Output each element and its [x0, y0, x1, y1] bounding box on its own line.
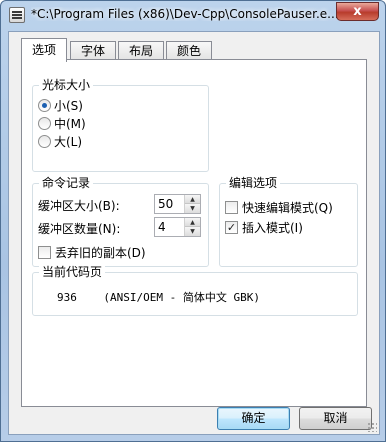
cursor-medium-label: 中(M): [54, 116, 86, 131]
ok-button[interactable]: 确定: [217, 407, 290, 430]
buffer-size-spin-buttons: ▲ ▼: [184, 195, 200, 213]
tab-options[interactable]: 选项: [21, 38, 68, 62]
discard-duplicates-label: 丢弃旧的副本(D): [55, 245, 146, 260]
options-panel: 光标大小 小(S) 中(M) 大(L) 命令记录 缓冲区大小(B): 50 ▲ …: [21, 59, 367, 407]
cursor-small-option[interactable]: 小(S): [38, 96, 83, 114]
buffer-count-stepper[interactable]: 4 ▲ ▼: [154, 217, 201, 237]
insert-mode-label: 插入模式(I): [242, 220, 303, 235]
app-console-icon: [9, 7, 25, 23]
buffer-size-row: 缓冲区大小(B):: [38, 196, 120, 214]
checkmark-icon[interactable]: ✓: [225, 220, 238, 234]
buffer-count-row: 缓冲区数量(N):: [38, 219, 120, 237]
resize-grip-icon[interactable]: [367, 422, 377, 432]
quick-edit-label: 快速编辑模式(Q): [242, 200, 333, 215]
spin-up-icon[interactable]: ▲: [185, 218, 200, 227]
buffer-count-value[interactable]: 4: [158, 220, 166, 234]
properties-window: *C:\Program Files (x86)\Dev-Cpp\ConsoleP…: [0, 0, 386, 442]
dialog-body: 选项 字体 布局 颜色 光标大小 小(S) 中(M) 大(L) 命令记录 缓冲区…: [8, 31, 380, 435]
checkbox-icon[interactable]: [38, 245, 51, 259]
insert-mode-option[interactable]: ✓ 插入模式(I): [225, 218, 303, 236]
code-page-title: 当前代码页: [39, 264, 106, 280]
cursor-large-option[interactable]: 大(L): [38, 132, 82, 150]
tab-colors[interactable]: 颜色: [166, 41, 213, 60]
buffer-size-stepper[interactable]: 50 ▲ ▼: [154, 194, 201, 214]
radio-icon[interactable]: [38, 134, 51, 148]
window-title: *C:\Program Files (x86)\Dev-Cpp\ConsoleP…: [31, 7, 339, 21]
spin-down-icon[interactable]: ▼: [185, 227, 200, 236]
cancel-button[interactable]: 取消: [299, 407, 372, 430]
tab-layout[interactable]: 布局: [118, 41, 165, 60]
cursor-medium-option[interactable]: 中(M): [38, 114, 86, 132]
edit-options-group: 编辑选项 快速编辑模式(Q) ✓ 插入模式(I): [219, 175, 358, 267]
buffer-count-label: 缓冲区数量(N):: [38, 221, 121, 236]
command-history-title: 命令记录: [39, 175, 94, 191]
radio-icon[interactable]: [38, 116, 51, 130]
discard-duplicates-option[interactable]: 丢弃旧的副本(D): [38, 243, 146, 261]
cursor-large-label: 大(L): [54, 134, 83, 149]
spin-up-icon[interactable]: ▲: [185, 195, 200, 204]
radio-selected-icon[interactable]: [38, 98, 51, 112]
spin-down-icon[interactable]: ▼: [185, 204, 200, 213]
command-history-group: 命令记录 缓冲区大小(B): 50 ▲ ▼ 缓冲区数量(N): 4 ▲ ▼ 丢弃…: [32, 175, 209, 267]
buffer-size-label: 缓冲区大小(B):: [38, 198, 120, 213]
quick-edit-option[interactable]: 快速编辑模式(Q): [225, 198, 333, 216]
checkbox-icon[interactable]: [225, 200, 238, 214]
close-icon: x: [353, 4, 362, 19]
close-button[interactable]: x: [336, 2, 379, 21]
title-bar[interactable]: *C:\Program Files (x86)\Dev-Cpp\ConsoleP…: [1, 1, 385, 29]
cursor-small-label: 小(S): [54, 98, 83, 113]
cursor-size-title: 光标大小: [39, 77, 94, 93]
code-page-group: 当前代码页 936 (ANSI/OEM - 简体中文 GBK): [32, 264, 358, 316]
code-page-value: 936 (ANSI/OEM - 简体中文 GBK): [57, 291, 260, 304]
cursor-size-group: 光标大小 小(S) 中(M) 大(L): [32, 77, 209, 172]
edit-options-title: 编辑选项: [226, 175, 281, 191]
tab-font[interactable]: 字体: [70, 41, 117, 60]
buffer-count-spin-buttons: ▲ ▼: [184, 218, 200, 236]
buffer-size-value[interactable]: 50: [158, 197, 173, 211]
